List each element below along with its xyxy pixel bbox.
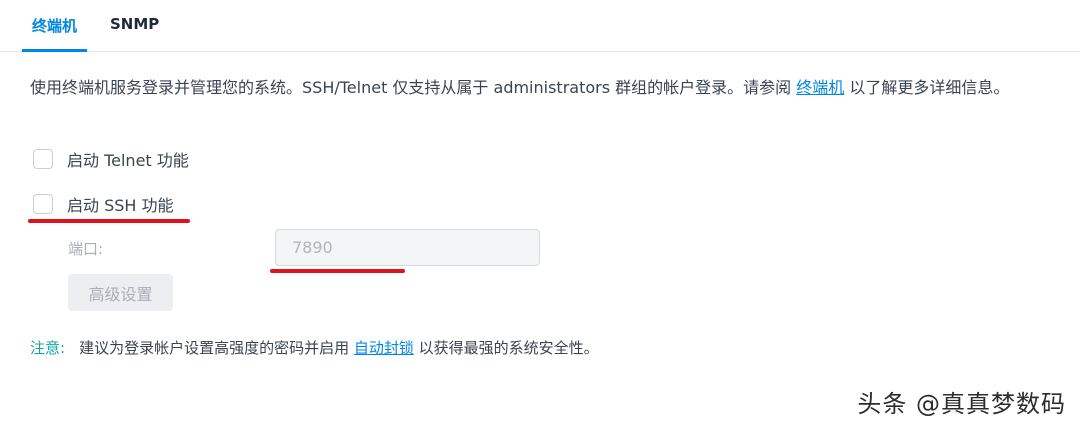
description-text-end: 以了解更多详细信息。 — [844, 78, 1010, 97]
tab-bar: 终端机 SNMP — [0, 0, 1080, 52]
telnet-checkbox[interactable] — [33, 149, 53, 169]
description: 使用终端机服务登录并管理您的系统。SSH/Telnet 仅支持从属于 admin… — [30, 76, 1060, 100]
security-note: 注意: 建议为登录帐户设置高强度的密码并启用 自动封锁 以获得最强的系统安全性。 — [30, 337, 599, 358]
terminal-help-link[interactable]: 终端机 — [796, 78, 844, 97]
watermark: 头条 @真真梦数码 — [857, 390, 1066, 418]
tab-terminal[interactable]: 终端机 — [32, 15, 77, 36]
telnet-option[interactable]: 启动 Telnet 功能 — [33, 147, 189, 171]
port-label: 端口: — [68, 240, 104, 258]
tab-snmp[interactable]: SNMP — [110, 15, 159, 33]
description-text: 使用终端机服务登录并管理您的系统。SSH/Telnet 仅支持从属于 admin… — [30, 78, 797, 97]
note-text: 建议为登录帐户设置高强度的密码并启用 — [79, 339, 354, 357]
ssh-highlight-underline — [28, 219, 190, 223]
ssh-label: 启动 SSH 功能 — [67, 196, 174, 215]
port-input[interactable] — [275, 229, 540, 266]
note-label: 注意: — [30, 339, 66, 357]
ssh-option[interactable]: 启动 SSH 功能 — [33, 192, 174, 216]
active-tab-indicator — [22, 49, 87, 52]
telnet-label: 启动 Telnet 功能 — [67, 151, 189, 170]
advanced-settings-button[interactable]: 高级设置 — [68, 274, 173, 311]
auto-block-link[interactable]: 自动封锁 — [354, 339, 414, 357]
note-text-end: 以获得最强的系统安全性。 — [413, 339, 599, 357]
port-highlight-underline — [270, 269, 405, 273]
ssh-checkbox[interactable] — [33, 194, 53, 214]
